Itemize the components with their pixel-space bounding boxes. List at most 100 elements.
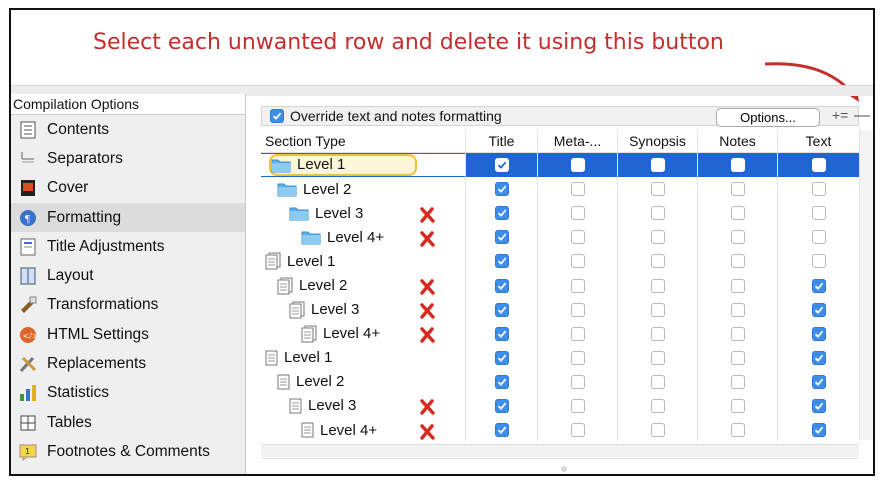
text-checkbox[interactable]: [811, 423, 826, 438]
table-row[interactable]: Level 2: [261, 369, 859, 394]
meta-checkbox[interactable]: [570, 158, 585, 173]
add-level-icon[interactable]: +=: [832, 107, 848, 123]
synopsis-checkbox[interactable]: [650, 254, 665, 269]
override-checkbox[interactable]: [270, 109, 284, 123]
sidebar-item-replacements[interactable]: Replacements: [11, 349, 245, 378]
meta-checkbox[interactable]: [570, 230, 585, 245]
column-header-synopsis[interactable]: Synopsis: [617, 130, 697, 152]
meta-checkbox[interactable]: [570, 350, 585, 365]
title-checkbox[interactable]: [494, 350, 509, 365]
title-checkbox[interactable]: [494, 326, 509, 341]
meta-checkbox[interactable]: [570, 278, 585, 293]
table-row[interactable]: Level 4+: [261, 225, 859, 250]
meta-checkbox[interactable]: [570, 374, 585, 389]
sidebar-item-separators[interactable]: Separators: [11, 144, 245, 173]
meta-checkbox[interactable]: [570, 206, 585, 221]
title-checkbox[interactable]: [494, 423, 509, 438]
title-checkbox[interactable]: [494, 254, 509, 269]
meta-checkbox[interactable]: [570, 182, 585, 197]
table-row[interactable]: Level 1: [261, 153, 859, 178]
sidebar-item-tables[interactable]: Tables: [11, 408, 245, 437]
text-checkbox[interactable]: [811, 350, 826, 365]
delete-row-button[interactable]: —: [854, 107, 870, 125]
synopsis-checkbox[interactable]: [650, 374, 665, 389]
sidebar-item-html-settings[interactable]: </> HTML Settings: [11, 320, 245, 349]
table-row[interactable]: Level 2: [261, 177, 859, 202]
notes-checkbox[interactable]: [730, 350, 745, 365]
table-row[interactable]: Level 4+: [261, 418, 859, 443]
notes-checkbox[interactable]: [730, 278, 745, 293]
column-header-notes[interactable]: Notes: [697, 130, 777, 152]
text-checkbox[interactable]: [811, 158, 826, 173]
notes-checkbox[interactable]: [730, 182, 745, 197]
title-checkbox[interactable]: [494, 206, 509, 221]
horizontal-scrollbar[interactable]: [261, 444, 859, 457]
text-checkbox[interactable]: [811, 326, 826, 341]
table-row[interactable]: Level 1: [261, 345, 859, 370]
title-checkbox[interactable]: [494, 182, 509, 197]
table-row[interactable]: Level 3: [261, 393, 859, 419]
text-checkbox[interactable]: [811, 182, 826, 197]
sidebar-item-layout[interactable]: Layout: [11, 261, 245, 290]
sidebar-item-contents[interactable]: Contents: [11, 115, 245, 144]
table-row[interactable]: Level 4+: [261, 321, 859, 346]
text-checkbox[interactable]: [811, 302, 826, 317]
text-checkbox[interactable]: [811, 206, 826, 221]
text-checkbox[interactable]: [811, 278, 826, 293]
table-row[interactable]: Level 3: [261, 297, 859, 322]
text-checkbox[interactable]: [811, 398, 826, 413]
meta-checkbox[interactable]: [570, 302, 585, 317]
notes-checkbox[interactable]: [730, 254, 745, 269]
sidebar-item-cover[interactable]: Cover: [11, 174, 245, 203]
title-checkbox[interactable]: [494, 230, 509, 245]
synopsis-checkbox[interactable]: [650, 302, 665, 317]
title-checkbox[interactable]: [494, 374, 509, 389]
synopsis-checkbox[interactable]: [650, 398, 665, 413]
synopsis-checkbox[interactable]: [650, 350, 665, 365]
column-header-section-type[interactable]: Section Type: [261, 133, 465, 149]
notes-checkbox[interactable]: [730, 326, 745, 341]
text-cell: [777, 249, 859, 274]
options-button[interactable]: Options...: [716, 108, 820, 127]
notes-checkbox[interactable]: [730, 158, 745, 173]
splitter-handle[interactable]: [561, 466, 567, 472]
notes-checkbox[interactable]: [730, 374, 745, 389]
column-header-title[interactable]: Title: [465, 130, 537, 152]
notes-checkbox[interactable]: [730, 230, 745, 245]
title-checkbox[interactable]: [494, 278, 509, 293]
notes-checkbox[interactable]: [730, 423, 745, 438]
column-header-text[interactable]: Text: [777, 130, 859, 152]
column-header-meta[interactable]: Meta-...: [537, 130, 617, 152]
meta-checkbox[interactable]: [570, 326, 585, 341]
text-checkbox[interactable]: [811, 374, 826, 389]
table-row[interactable]: Level 3: [261, 201, 859, 226]
table-row[interactable]: Level 1: [261, 249, 859, 274]
sidebar-item-title-adjustments[interactable]: Title Adjustments: [11, 232, 245, 261]
vertical-scroll-gutter[interactable]: [859, 130, 873, 440]
sidebar-item-statistics[interactable]: Statistics: [11, 379, 245, 408]
title-checkbox[interactable]: [494, 158, 509, 173]
sidebar-item-footnotes-comments[interactable]: 1 Footnotes & Comments: [11, 437, 245, 466]
notes-checkbox[interactable]: [730, 398, 745, 413]
title-checkbox[interactable]: [494, 302, 509, 317]
meta-checkbox[interactable]: [570, 423, 585, 438]
text-checkbox[interactable]: [811, 254, 826, 269]
table-row[interactable]: Level 2: [261, 273, 859, 298]
synopsis-checkbox[interactable]: [650, 423, 665, 438]
synopsis-checkbox[interactable]: [650, 206, 665, 221]
notes-checkbox[interactable]: [730, 206, 745, 221]
sidebar-item-transformations[interactable]: Transformations: [11, 291, 245, 320]
synopsis-checkbox[interactable]: [650, 230, 665, 245]
synopsis-checkbox[interactable]: [650, 326, 665, 341]
meta-checkbox[interactable]: [570, 398, 585, 413]
meta-checkbox[interactable]: [570, 254, 585, 269]
sidebar-item-formatting[interactable]: ¶ Formatting: [11, 202, 245, 233]
selected-row-label[interactable]: Level 1: [269, 154, 418, 177]
synopsis-checkbox[interactable]: [650, 158, 665, 173]
notes-checkbox[interactable]: [730, 302, 745, 317]
synopsis-checkbox[interactable]: [650, 182, 665, 197]
text-checkbox[interactable]: [811, 230, 826, 245]
title-checkbox[interactable]: [494, 398, 509, 413]
text-cell: [777, 225, 859, 250]
synopsis-checkbox[interactable]: [650, 278, 665, 293]
